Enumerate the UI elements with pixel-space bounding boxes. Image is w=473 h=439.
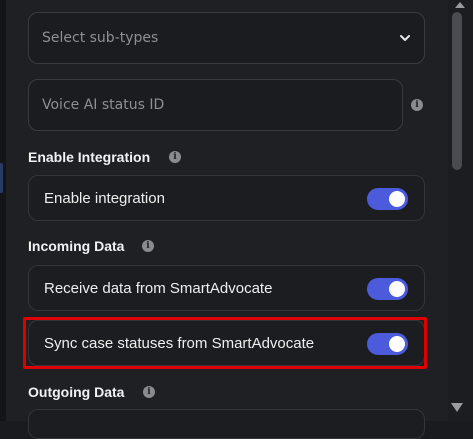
enable-integration-label: Enable integration [44, 189, 165, 207]
left-edge-accent [0, 163, 3, 193]
subtypes-select[interactable]: Select sub-types [28, 12, 425, 64]
section-title-outgoing-data: Outgoing Data [28, 384, 125, 400]
info-icon[interactable]: i [411, 99, 423, 111]
outgoing-data-row [28, 409, 425, 439]
section-title-incoming-data: Incoming Data [28, 238, 125, 254]
highlight-box [23, 317, 427, 369]
chevron-down-icon [400, 35, 410, 41]
integration-settings-panel: Select sub-types Voice AI status ID i En… [0, 0, 473, 439]
info-icon[interactable]: i [142, 240, 154, 252]
receive-data-toggle[interactable] [367, 278, 408, 300]
receive-data-row: Receive data from SmartAdvocate [28, 265, 425, 311]
scrollbar-thumb[interactable] [452, 12, 462, 170]
enable-integration-row: Enable integration [28, 175, 425, 221]
voice-ai-status-id-input[interactable]: Voice AI status ID [28, 79, 403, 131]
scroll-up-icon[interactable] [455, 0, 465, 8]
scroll-down-icon[interactable] [451, 403, 463, 413]
scrollbar[interactable] [448, 0, 473, 421]
section-title-enable-integration: Enable Integration [28, 149, 151, 165]
info-icon[interactable]: i [169, 151, 181, 163]
toggle-knob [389, 281, 405, 297]
subtypes-placeholder: Select sub-types [42, 30, 159, 46]
info-icon[interactable]: i [143, 386, 155, 398]
enable-integration-toggle[interactable] [367, 188, 408, 210]
toggle-knob [389, 191, 405, 207]
status-id-placeholder: Voice AI status ID [42, 97, 165, 113]
receive-data-label: Receive data from SmartAdvocate [44, 279, 273, 297]
left-edge [0, 0, 6, 421]
